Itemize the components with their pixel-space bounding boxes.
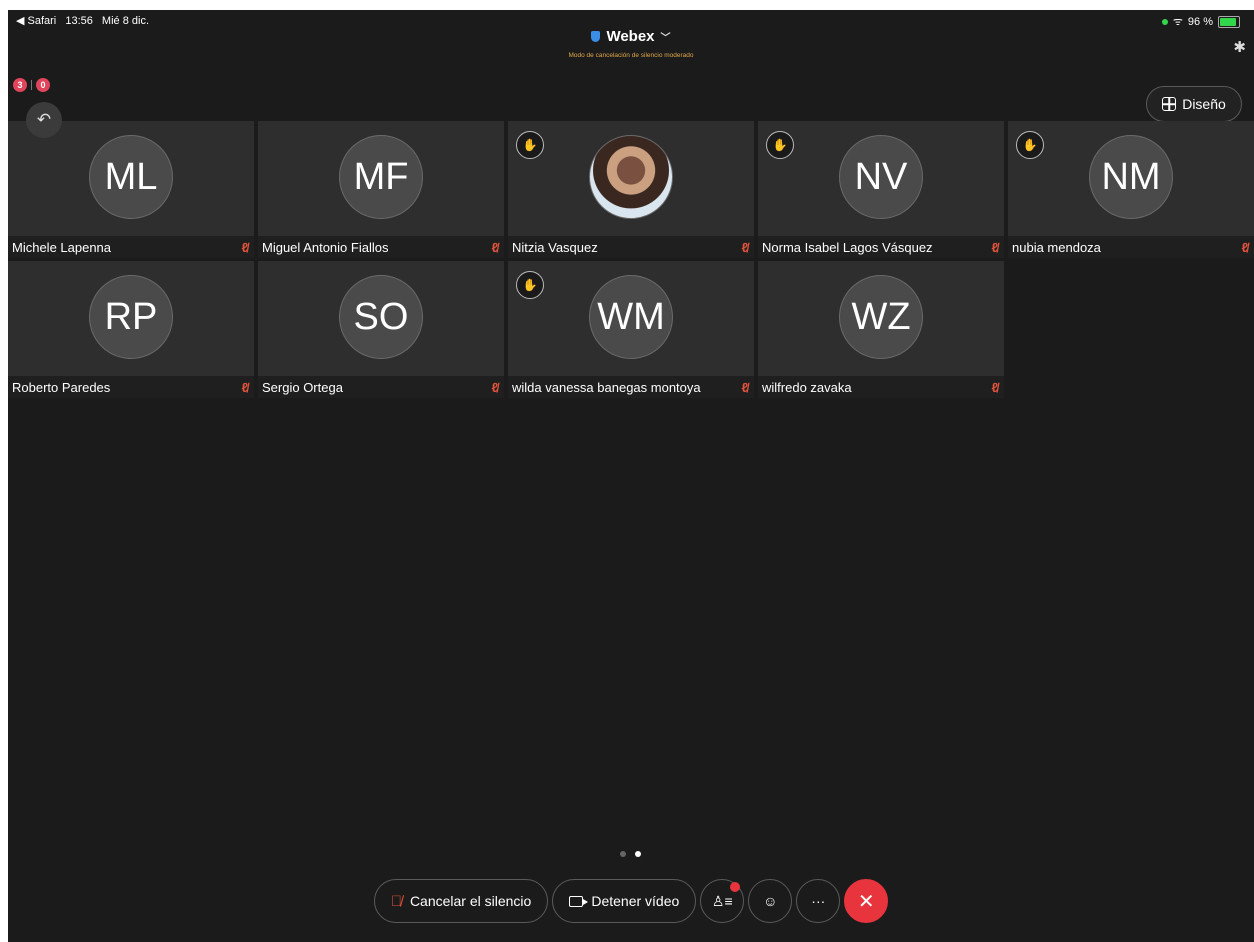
indicator-divider [31,80,32,90]
layout-button[interactable]: Diseño [1146,86,1242,122]
chevron-down-icon: ﹀ [660,33,671,44]
more-options-button[interactable]: ··· [796,879,841,923]
participant-avatar: SO [339,275,423,359]
raised-hand-icon: ✋ [516,271,544,299]
meeting-indicators: 3 0 [13,78,50,92]
participant-nameplate: Nitzia Vasquez ℓ̸ [508,236,754,258]
participant-nameplate: wilda vanessa banegas montoya ℓ̸ [508,376,754,398]
mic-muted-icon: 🎙̸ [390,892,402,910]
meeting-title-dropdown[interactable]: Webex ﹀ [591,28,671,45]
mic-muted-icon: ℓ̸ [241,239,248,255]
meeting-screen: ◀ Safari 13:56 Mié 8 dic. ᯤ 96 % ✱ Webex… [8,10,1254,942]
status-bar-left: ◀ Safari 13:56 Mié 8 dic. [16,14,155,27]
stop-video-button[interactable]: Detener vídeo [552,879,697,923]
back-arrow-icon: ↶ [36,110,52,129]
participant-nameplate: Norma Isabel Lagos Vásquez ℓ̸ [758,236,1004,258]
status-time: 13:56 [65,15,93,27]
raised-hand-icon: ✋ [516,131,544,159]
participant-avatar: ML [89,135,173,219]
participant-nameplate: Michele Lapenna ℓ̸ [8,236,254,258]
mic-muted-icon: ℓ̸ [1241,239,1248,255]
participants-list-icon: ♙≡ [711,892,733,909]
participant-tile[interactable]: NV ✋ Norma Isabel Lagos Vásquez ℓ̸ [758,121,1004,258]
emoji-add-icon: ☺ [763,893,778,909]
status-date: Mié 8 dic. [101,15,149,27]
camera-icon [569,895,589,907]
participant-nameplate: Miguel Antonio Fiallos ℓ̸ [258,236,504,258]
back-to-app-link[interactable]: ◀ Safari [16,15,56,27]
mic-muted-icon: ℓ̸ [241,379,248,395]
reactions-button[interactable]: ☺ [748,879,793,923]
mic-muted-icon: ℓ̸ [741,379,748,395]
end-call-button[interactable]: ✕ [844,879,889,923]
participant-avatar: WM [589,275,673,359]
grid-layout-icon [1162,97,1177,111]
participant-nameplate: Roberto Paredes ℓ̸ [8,376,254,398]
participant-tile[interactable]: MF Miguel Antonio Fiallos ℓ̸ [258,121,504,258]
participant-name: wilfredo zavaka [762,379,852,395]
back-button[interactable]: ↶ [26,102,62,138]
wifi-icon: ᯤ [1172,16,1183,28]
participant-name: Nitzia Vasquez [512,239,598,255]
participant-name: Miguel Antonio Fiallos [262,239,389,255]
layout-button-label: Diseño [1182,96,1226,112]
participant-name: wilda vanessa banegas montoya [512,379,701,395]
raised-hand-icon: ✋ [766,131,794,159]
participant-name: Norma Isabel Lagos Vásquez [762,239,933,255]
page-indicator[interactable] [620,851,641,857]
unmute-label: Cancelar el silencio [409,893,532,909]
page-dot[interactable] [620,851,626,857]
participant-name: Sergio Ortega [262,379,343,395]
participant-nameplate: nubia mendoza ℓ̸ [1008,236,1254,258]
participant-tile[interactable]: ✋ Nitzia Vasquez ℓ̸ [508,121,754,258]
participant-avatar: NV [839,135,923,219]
participant-avatar: MF [339,135,423,219]
participant-tile[interactable]: RP Roberto Paredes ℓ̸ [8,261,254,398]
participant-tile[interactable]: NM ✋ nubia mendoza ℓ̸ [1008,121,1254,258]
shield-icon [591,31,601,42]
participant-tile[interactable]: ML Michele Lapenna ℓ̸ [8,121,254,258]
raised-hand-icon: ✋ [1016,131,1044,159]
stop-video-label: Detener vídeo [591,893,680,909]
indicator-badge-1: 3 [13,78,27,92]
participant-name: nubia mendoza [1012,239,1101,255]
mic-muted-icon: ℓ̸ [491,239,498,255]
notification-dot [730,882,741,892]
more-icon: ··· [811,893,826,909]
page-dot[interactable] [635,851,641,857]
mic-muted-icon: ℓ̸ [991,379,998,395]
participant-name: Roberto Paredes [12,379,111,395]
mic-muted-icon: ℓ̸ [741,239,748,255]
battery-icon [1218,15,1240,28]
participant-tile[interactable]: WZ wilfredo zavaka ℓ̸ [758,261,1004,398]
participant-nameplate: wilfredo zavaka ℓ̸ [758,376,1004,398]
mic-muted-icon: ℓ̸ [491,379,498,395]
mic-muted-icon: ℓ̸ [991,239,998,255]
battery-percent: 96 % [1187,15,1213,28]
status-bar-right: ᯤ 96 % [1161,14,1240,29]
participant-tile[interactable]: SO Sergio Ortega ℓ̸ [258,261,504,398]
participant-avatar: WZ [839,275,923,359]
moderated-unmute-mode-label: Modo de cancelación de silencio moderado [568,52,694,59]
indicator-badge-2: 0 [36,78,50,92]
participant-nameplate: Sergio Ortega ℓ̸ [258,376,504,398]
mic-in-use-indicator [1161,18,1168,25]
participant-tile[interactable]: WM ✋ wilda vanessa banegas montoya ℓ̸ [508,261,754,398]
meeting-title: Webex [606,28,655,45]
close-icon: ✕ [857,890,875,913]
participant-name: Michele Lapenna [12,239,112,255]
participant-avatar: RP [89,275,173,359]
participant-photo [589,135,673,219]
participants-button[interactable]: ♙≡ [700,879,745,923]
call-controls: 🎙̸ Cancelar el silencio Detener vídeo ♙≡… [8,879,1254,923]
unmute-button[interactable]: 🎙̸ Cancelar el silencio [373,879,549,923]
meeting-header: Webex ﹀ Modo de cancelación de silencio … [8,28,1254,59]
participant-avatar: NM [1089,135,1173,219]
